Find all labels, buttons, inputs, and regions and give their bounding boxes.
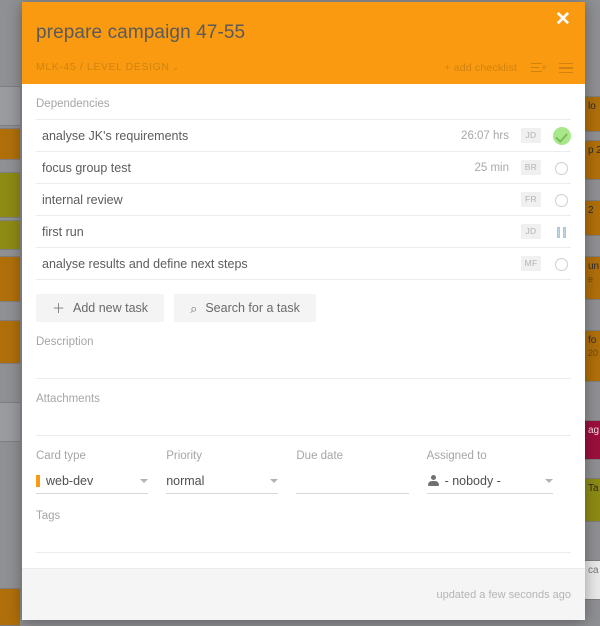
search-for-task-label: Search for a task [205, 301, 300, 315]
due-date-label: Due date [296, 450, 344, 462]
empty-circle-icon[interactable] [553, 159, 571, 177]
card-detail-modal: prepare campaign 47-55 ✕ MLK-45 / LEVEL … [22, 2, 585, 620]
board-column: ✓givessirio⚠ssiriossirioprioteriorio [0, 0, 20, 626]
board-card: rio [0, 220, 20, 250]
dependencies-label: Dependencies [36, 98, 110, 110]
attachments-field[interactable]: Attachments [36, 379, 571, 436]
description-label: Description [36, 336, 94, 348]
dependencies-list: analyse JK's requirements 26:07 hrs JD focu… [36, 119, 571, 280]
attachments-label: Attachments [36, 393, 100, 405]
card-type-select[interactable]: web-dev [36, 470, 149, 494]
fields-row: Card type web-dev Priority normal Due da… [36, 436, 571, 494]
priority-label: Priority [166, 450, 202, 462]
dependency-name: internal review [42, 192, 123, 207]
dependency-row[interactable]: internal review FR [36, 184, 571, 216]
priority-value: normal [166, 473, 205, 488]
avatar: JD [521, 128, 541, 143]
dependency-time: 25 min [474, 161, 509, 174]
dependency-row[interactable]: first run JD [36, 216, 571, 248]
tags-field[interactable]: Tags [36, 494, 571, 553]
modal-body: Dependencies analyse JK's requirements 26… [22, 84, 585, 568]
chevron-down-icon: ⌄ [171, 62, 180, 72]
board-card: 2 [583, 200, 600, 236]
board-card: un e [583, 256, 600, 300]
updated-timestamp: updated a few seconds ago [436, 589, 571, 601]
board-card: lo [583, 96, 600, 132]
priority-field: Priority normal [166, 450, 296, 494]
board-card: p 2 [583, 140, 600, 180]
card-title: prepare campaign 47-55 [36, 22, 246, 43]
dependency-name: analyse results and define next steps [42, 256, 248, 271]
due-date-input[interactable] [296, 470, 409, 494]
board-card: ⚠ssi [0, 172, 20, 218]
search-icon: ⌕ [190, 300, 198, 316]
chevron-down-icon [140, 478, 149, 483]
assigned-to-select[interactable]: - nobody - [426, 470, 553, 494]
close-icon[interactable]: ✕ [552, 9, 574, 31]
dependency-name: first run [42, 224, 84, 239]
board-column: lo p 2 2 une fo20 ag Ta ca [583, 0, 600, 626]
plus-icon: ＋ [52, 300, 66, 316]
avatar: FR [521, 192, 541, 207]
avatar: JD [521, 224, 541, 239]
hamburger-menu-icon[interactable] [559, 62, 573, 74]
board-card: ca [583, 560, 600, 600]
board-card: ssirio [0, 128, 20, 160]
add-checklist-button[interactable]: + add checklist [444, 62, 517, 74]
board-card: Ta [583, 478, 600, 522]
person-icon [427, 474, 439, 487]
card-type-field: Card type web-dev [36, 450, 166, 494]
description-field[interactable]: Description [36, 322, 571, 379]
chevron-down-icon [545, 478, 553, 483]
pause-icon[interactable] [553, 223, 571, 241]
assigned-to-label: Assigned to [426, 450, 487, 462]
dependency-row[interactable]: focus group test 25 min BR [36, 152, 571, 184]
board-card: prio [0, 320, 20, 364]
dependency-row[interactable]: analyse results and define next steps MF [36, 248, 571, 280]
board-card: rio [0, 588, 20, 626]
tags-label: Tags [36, 510, 61, 522]
modal-footer: updated a few seconds ago [22, 568, 585, 620]
priority-select[interactable]: normal [166, 470, 279, 494]
empty-circle-icon[interactable] [553, 255, 571, 273]
search-for-task-button[interactable]: ⌕ Search for a task [174, 294, 316, 322]
dependency-time: 26:07 hrs [461, 129, 509, 142]
board-card: fo 20 [583, 330, 600, 382]
avatar: MF [521, 256, 541, 271]
chevron-down-icon [270, 478, 279, 483]
modal-header: prepare campaign 47-55 ✕ MLK-45 / LEVEL … [22, 2, 585, 84]
add-new-task-label: Add new task [73, 301, 149, 315]
dependency-name: analyse JK's requirements [42, 128, 189, 143]
board-card: ssirio [0, 256, 20, 302]
board-card: ag [583, 420, 600, 460]
assigned-to-value: - nobody - [444, 473, 501, 488]
assigned-to-field: Assigned to - nobody - [426, 450, 571, 494]
task-actions: ＋ Add new task ⌕ Search for a task [36, 280, 571, 322]
avatar: BR [521, 160, 541, 175]
check-circle-icon[interactable] [553, 126, 571, 145]
due-date-field: Due date [296, 450, 426, 494]
dependency-row[interactable]: analyse JK's requirements 26:07 hrs JD [36, 120, 571, 152]
header-actions: + add checklist + [444, 62, 573, 74]
dependency-name: focus group test [42, 160, 131, 175]
card-type-color-swatch [36, 474, 40, 487]
board-card: ✓give [0, 86, 20, 126]
breadcrumb-label: MLK-45 / LEVEL DESIGN [36, 61, 170, 73]
card-type-label: Card type [36, 450, 86, 462]
board-card: terio [0, 402, 20, 442]
card-type-value: web-dev [46, 473, 94, 488]
checklist-add-icon[interactable]: + [531, 62, 547, 74]
add-new-task-button[interactable]: ＋ Add new task [36, 294, 165, 322]
empty-circle-icon[interactable] [553, 191, 571, 209]
breadcrumb[interactable]: MLK-45 / LEVEL DESIGN ⌄ [36, 61, 180, 73]
